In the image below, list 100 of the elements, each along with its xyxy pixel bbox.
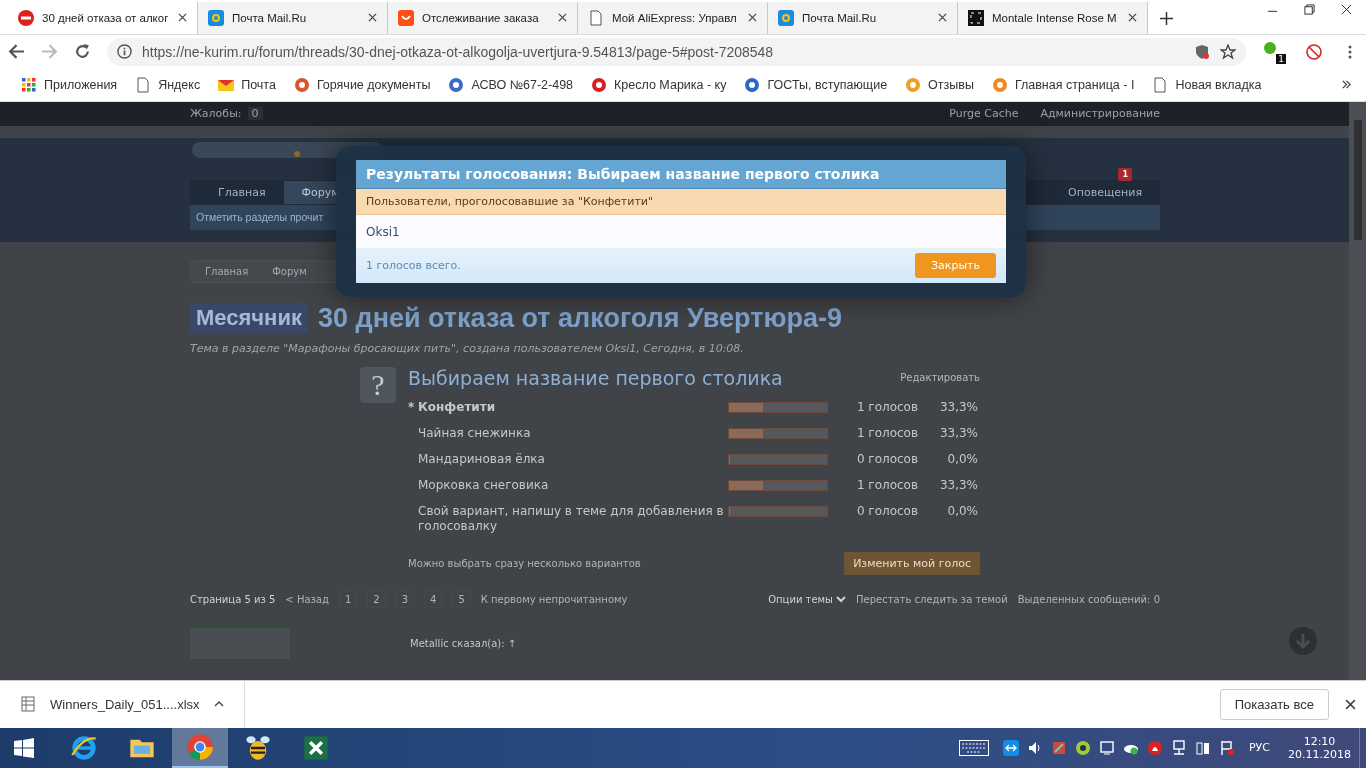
network-icon[interactable] [1171, 740, 1187, 756]
votes-link[interactable]: 0 голосов [828, 503, 918, 518]
restore-icon[interactable] [1304, 4, 1315, 15]
top-link[interactable]: Администрирование [1040, 107, 1160, 121]
edit-link[interactable]: Редактировать [900, 372, 980, 384]
flag-icon[interactable] [1219, 740, 1235, 756]
page-label: Страница 5 из 5 [190, 593, 276, 605]
page-link[interactable]: 2 [367, 590, 386, 608]
speaker-icon[interactable] [1027, 740, 1043, 756]
extension-button[interactable]: 1 [1262, 39, 1286, 64]
vote-percent: 33,3% [938, 477, 978, 492]
close-icon[interactable] [558, 13, 567, 23]
bookmark[interactable]: ГОСТы, вступающие [737, 76, 895, 93]
keyboard-icon[interactable] [959, 740, 989, 756]
bookmark[interactable]: АСВО №67-2-498 [441, 76, 581, 93]
breadcrumb-link[interactable]: Главная [205, 265, 249, 277]
bookmark[interactable]: Приложения [14, 76, 125, 93]
quote-author: Metallic сказал(а): ↑ [410, 637, 517, 649]
poll-option: Чайная снежинка [418, 425, 728, 441]
bookmark[interactable]: Яндекс [128, 76, 208, 93]
language-indicator[interactable]: РУС [1249, 741, 1270, 755]
site-logo-icon [744, 76, 761, 93]
poll-option: Конфетити [418, 399, 728, 415]
clock[interactable]: 12:10 20.11.2018 [1288, 735, 1351, 761]
change-vote-button[interactable]: Изменить мой голос [844, 551, 980, 575]
close-icon[interactable] [368, 13, 377, 23]
votes-link[interactable]: 0 голосов [828, 451, 918, 466]
new-tab-icon[interactable] [1160, 11, 1173, 25]
dialog-subtitle: Пользователи, проголосовавшие за "Конфетити" [356, 188, 1006, 215]
poll-option: Мандариновая ёлка [418, 451, 728, 467]
browser-tab[interactable]: Почта Mail.Ru [768, 1, 958, 34]
site-logo-icon [293, 76, 310, 93]
tab-title: Мой AliExpress: Управл [612, 11, 738, 24]
shop-logo-icon [398, 9, 414, 26]
windows-logo-icon[interactable] [14, 738, 34, 758]
tab-title: Почта Mail.Ru [232, 11, 308, 24]
poll-option: Свой вариант, напишу в теме для добавления в голосовалку [418, 503, 728, 534]
nav-tab[interactable]: Главная [200, 180, 284, 204]
close-icon[interactable] [1345, 699, 1356, 710]
reports-count: 0 [247, 107, 263, 121]
page-link[interactable]: 4 [424, 590, 443, 608]
chevron-icon[interactable] [1341, 79, 1352, 91]
page-link[interactable]: 5 [452, 590, 471, 608]
vote-percent: 0,0% [946, 451, 978, 466]
tab-title: Отслеживание заказа [422, 11, 540, 24]
voter-link[interactable]: Oksi1 [356, 214, 1006, 248]
browser-tab[interactable]: Почта Mail.Ru [198, 1, 388, 34]
prev-link[interactable]: < Назад [285, 593, 329, 605]
back-arrow-icon[interactable] [8, 43, 25, 61]
bookmark[interactable]: Главная страница - I [984, 76, 1142, 93]
bookmark[interactable]: Почта [211, 76, 283, 93]
close-icon[interactable] [1341, 4, 1352, 15]
spreadsheet-file-icon [20, 696, 36, 713]
poll-note: Можно выбрать сразу несколько вариантов [408, 557, 641, 569]
close-icon[interactable] [1128, 13, 1137, 23]
thread-options-link[interactable]: Опции темы [768, 593, 846, 605]
close-icon[interactable] [938, 13, 947, 23]
selected-posts-count: Выделенных сообщений: 0 [1017, 593, 1160, 605]
address-bar[interactable]: https://ne-kurim.ru/forum/threads/30-dnej-otkaza-ot-alkogolja-uvertjura-9.54813/page-5#post-7208548 [107, 37, 1246, 66]
bee-icon [244, 734, 272, 762]
bookmark[interactable]: Кресло Марика - ку [584, 76, 734, 93]
mark-read-link[interactable]: Отметить разделы прочит [196, 211, 324, 224]
breadcrumb-link[interactable]: Форум [272, 265, 307, 277]
alerts-badge: 1 [1118, 167, 1132, 181]
battery-icon[interactable] [1195, 740, 1211, 756]
site-logo-icon [448, 76, 465, 93]
reports-label[interactable]: Жалобы: [190, 107, 242, 121]
poll-option: Морковка снеговика [418, 477, 728, 493]
bookmark[interactable]: Горячие документы [286, 76, 438, 93]
vote-percent: 33,3% [938, 425, 978, 440]
unwatch-link[interactable]: Перестать следить за темой [856, 593, 1008, 605]
close-icon[interactable] [748, 13, 757, 23]
download-item[interactable]: Winners_Daily_051....xlsx [20, 681, 245, 728]
reload-icon[interactable] [74, 43, 91, 61]
page-link[interactable]: 1 [338, 590, 358, 608]
chrome-logo-icon [186, 733, 214, 761]
first-unread-link[interactable]: К первому непрочитанному [480, 593, 628, 605]
bookmark[interactable]: Отзывы [898, 76, 981, 93]
thread-title: 30 дней отказа от алкоголя Увертюра-9 [317, 302, 842, 334]
top-link[interactable]: Purge Cache [949, 107, 1019, 121]
star-icon[interactable] [1220, 43, 1236, 60]
no-smoking-icon[interactable] [1306, 43, 1322, 60]
votes-link[interactable]: 1 голосов [828, 477, 918, 492]
show-all-button[interactable]: Показать все [1219, 689, 1329, 720]
remote-access-icon[interactable] [1003, 740, 1019, 756]
browser-tab[interactable]: Отслеживание заказа [388, 1, 578, 34]
bookmark[interactable]: Новая вкладка [1145, 76, 1269, 93]
votes-link[interactable]: 1 голосов [828, 425, 918, 440]
vote-percent: 0,0% [946, 503, 978, 518]
votes-link[interactable]: 1 голосов [828, 399, 918, 414]
browser-tab[interactable]: Мой AliExpress: Управл [578, 1, 768, 34]
spreadsheet-app-icon [302, 734, 330, 762]
close-icon[interactable] [178, 13, 187, 23]
monitor-icon[interactable] [1099, 740, 1115, 756]
browser-tab[interactable]: Montale Intense Rose M [958, 1, 1148, 34]
scrollbar[interactable] [1349, 101, 1366, 680]
alerts-tab[interactable]: Оповещения [1050, 180, 1160, 204]
page-link[interactable]: 3 [395, 590, 415, 608]
extension-badge: 1 [1276, 53, 1286, 64]
page-icon [135, 76, 152, 93]
